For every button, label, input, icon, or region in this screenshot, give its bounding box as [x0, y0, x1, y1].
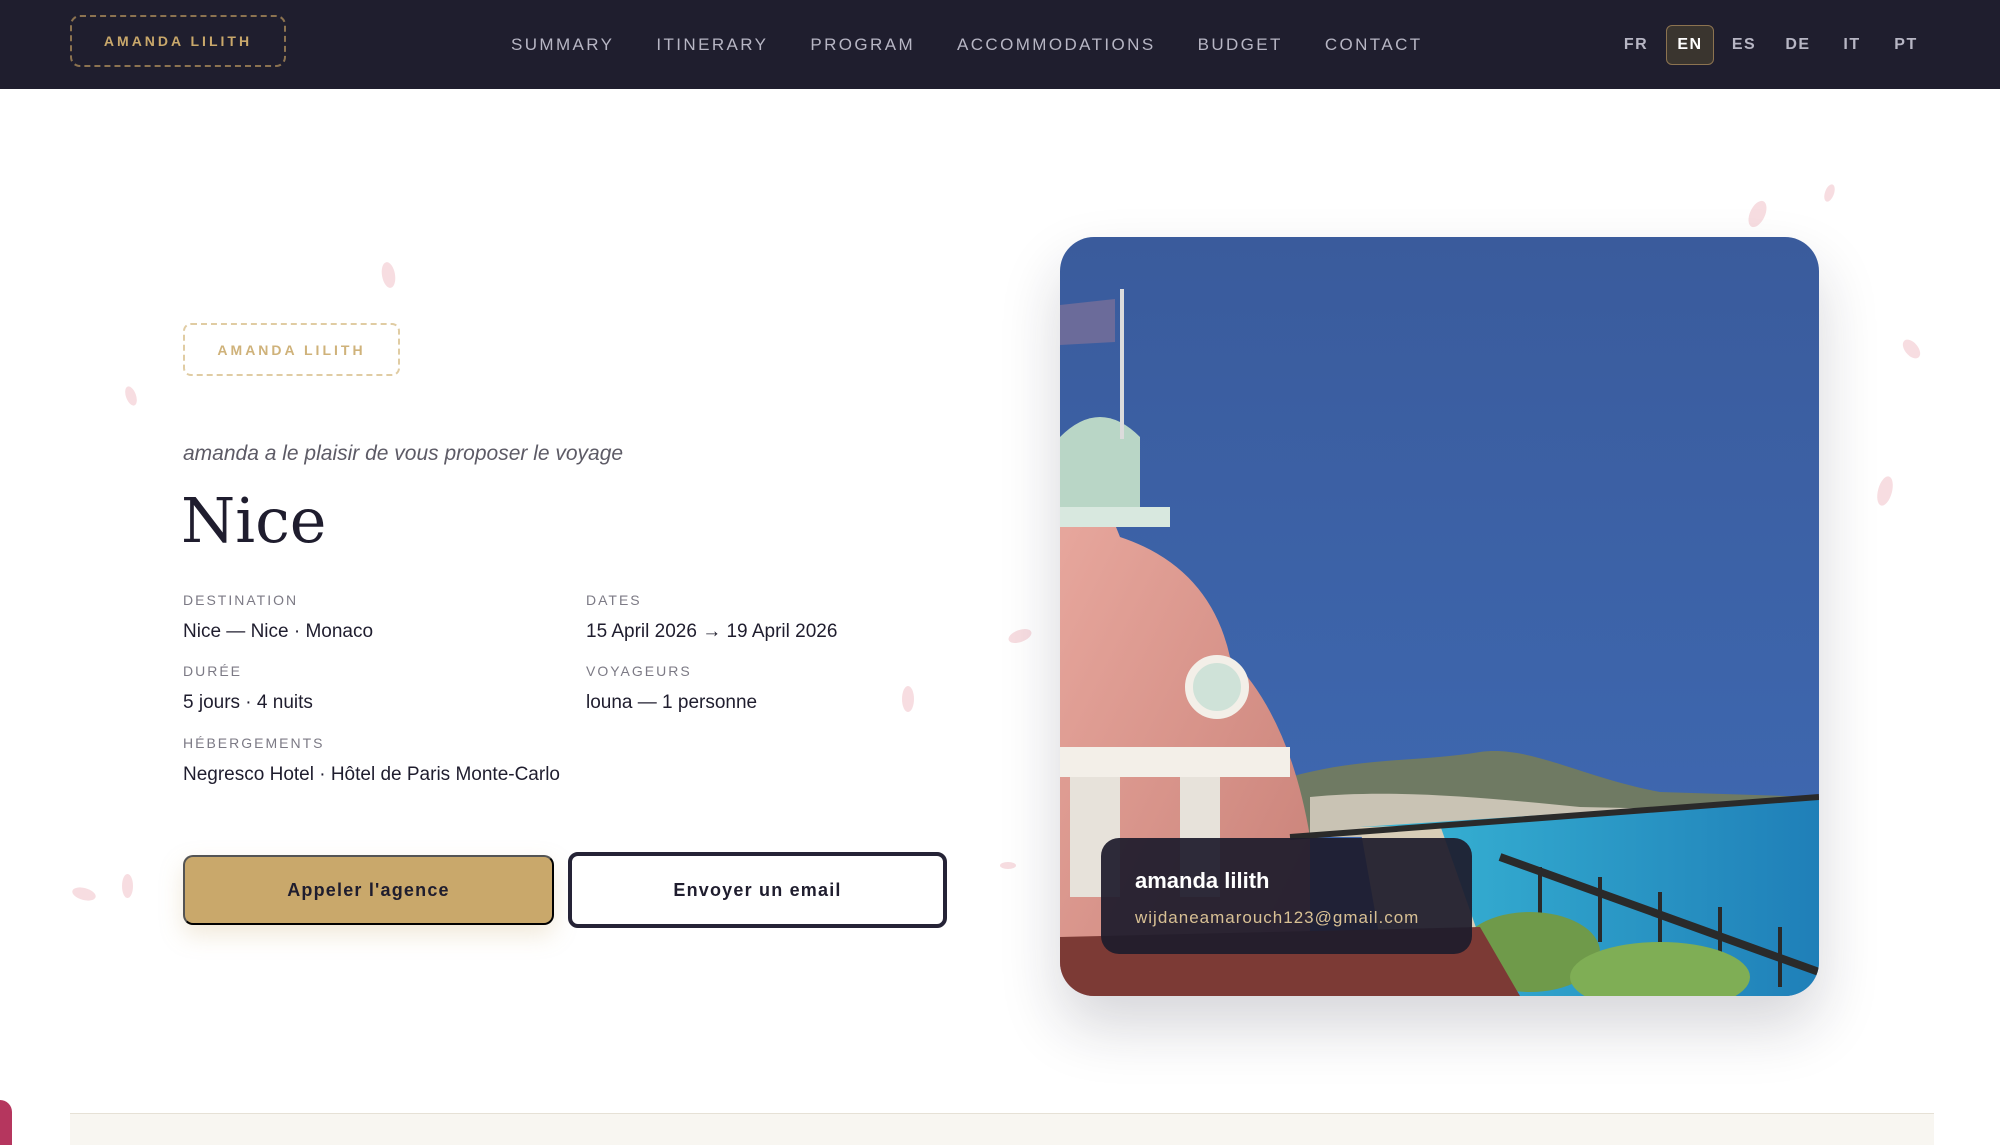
field-destination: DESTINATION Nice — Nice · Monaco — [183, 592, 563, 646]
nav-budget[interactable]: BUDGET — [1177, 35, 1304, 55]
brand-name: AMANDA LILITH — [103, 33, 253, 49]
send-email-button[interactable]: Envoyer un email — [568, 852, 947, 928]
field-value: 15 April 2026 → 19 April 2026 — [586, 621, 838, 642]
field-value: Negresco Hotel · Hôtel de Paris Monte-Ca… — [183, 764, 560, 785]
field-label: HÉBERGEMENTS — [183, 735, 325, 751]
hero-intro: amanda a le plaisir de vous proposer le … — [183, 442, 624, 465]
top-navigation-bar: AMANDA LILITH SUMMARY ITINERARY PROGRAM … — [0, 0, 2000, 89]
call-agency-button[interactable]: Appeler l'agence — [183, 855, 554, 925]
petal-decoration — [122, 874, 133, 898]
field-travelers: VOYAGEURS louna — 1 personne — [586, 663, 966, 717]
nav-program[interactable]: PROGRAM — [789, 35, 936, 55]
field-dates: DATES 15 April 2026 → 19 April 2026 — [586, 592, 966, 646]
field-value: louna — 1 personne — [586, 692, 758, 713]
field-label: DESTINATION — [183, 592, 299, 608]
agent-contact-card: amanda lilith wijdaneamarouch123@gmail.c… — [1101, 838, 1472, 954]
petal-decoration — [1006, 626, 1034, 646]
lang-fr[interactable]: FR — [1612, 25, 1660, 65]
destination-title: Nice — [181, 484, 327, 557]
hero-badge-text: AMANDA LILITH — [217, 341, 366, 358]
lang-en[interactable]: EN — [1666, 24, 1714, 65]
nav-contact[interactable]: CONTACT — [1304, 35, 1444, 55]
petal-decoration — [70, 885, 98, 903]
petal-decoration — [1899, 336, 1924, 362]
field-duration: DURÉE 5 jours · 4 nuits — [183, 663, 563, 717]
lang-es[interactable]: ES — [1720, 25, 1768, 65]
petal-decoration — [379, 261, 398, 289]
nav-accommodations[interactable]: ACCOMMODATIONS — [936, 35, 1177, 55]
language-switcher: FR EN ES DE IT PT — [1612, 0, 1930, 89]
petal-decoration — [1000, 862, 1016, 869]
petal-decoration — [1874, 474, 1896, 508]
field-accommodations: HÉBERGEMENTS Negresco Hotel · Hôtel de P… — [183, 735, 563, 789]
field-value: Nice — Nice · Monaco — [183, 621, 374, 642]
petal-decoration — [122, 384, 140, 408]
agent-email-link[interactable]: wijdaneamarouch123@gmail.com — [1135, 908, 1438, 928]
lang-de[interactable]: DE — [1774, 25, 1822, 65]
main-nav: SUMMARY ITINERARY PROGRAM ACCOMMODATIONS… — [490, 0, 1444, 89]
lang-pt[interactable]: PT — [1882, 25, 1930, 65]
nav-summary[interactable]: SUMMARY — [490, 35, 635, 55]
brand-logo[interactable]: AMANDA LILITH — [70, 15, 286, 67]
agent-name: amanda lilith — [1135, 868, 1270, 893]
hero-brand-badge: AMANDA LILITH — [183, 323, 400, 376]
next-section-preview — [70, 1113, 1934, 1145]
petal-decoration — [1822, 183, 1837, 203]
lang-it[interactable]: IT — [1828, 25, 1876, 65]
field-label: DURÉE — [183, 663, 243, 679]
field-label: DATES — [586, 592, 642, 608]
field-value: 5 jours · 4 nuits — [183, 692, 313, 713]
field-label: VOYAGEURS — [586, 663, 692, 679]
petal-decoration — [1744, 198, 1771, 230]
corner-accent — [0, 1100, 12, 1145]
nav-itinerary[interactable]: ITINERARY — [635, 35, 789, 55]
